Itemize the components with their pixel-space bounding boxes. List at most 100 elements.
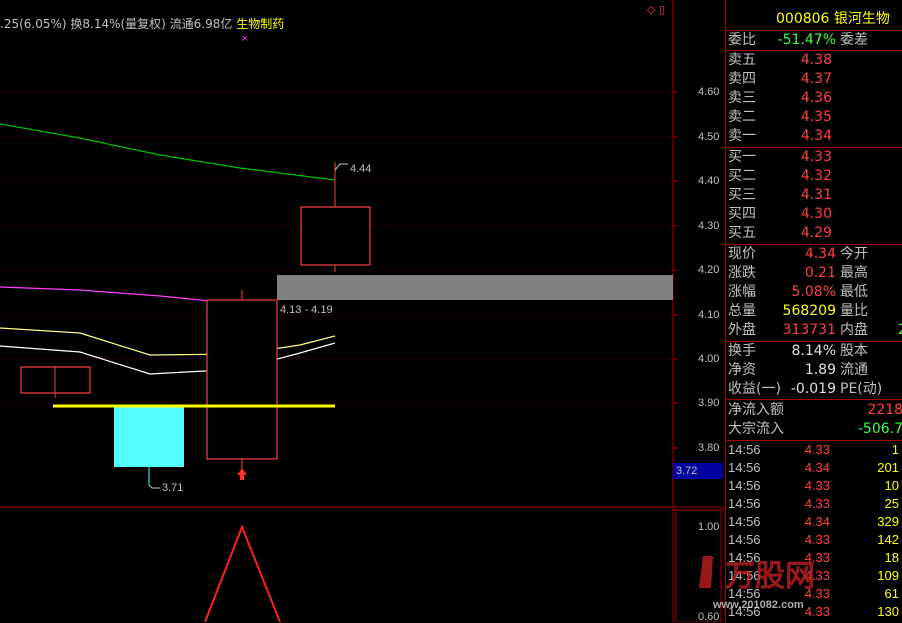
info-prefix: .25(6.05%) 换8.14%(量复权) 流通6.98亿 (0, 17, 237, 31)
flow-label: 净流入额 (728, 402, 784, 418)
quote-panel: 000806 银河生物 委比 -51.47% 委差 卖五 4.38 卖四 4.37 卖三… (699, 0, 902, 622)
tick-row: 14:56 4.33 1 (726, 441, 902, 459)
stock-title: 000806 银河生物 (776, 11, 890, 27)
bid-row: 买三 4.31 (726, 186, 902, 205)
bid-label: 买五 (728, 225, 756, 241)
quote-label: 外盘 (728, 322, 756, 338)
stock-title-row: 000806 银河生物 (726, 8, 902, 30)
price-label-400: 4.00 (698, 353, 720, 365)
ask-row: 卖五 4.38 (726, 51, 902, 70)
price-label-460: 4.60 (698, 86, 720, 98)
tick-row: 14:56 4.33 142 (726, 531, 902, 549)
quote-row: 现价 4.34 今开 (726, 245, 902, 264)
watermark-brand: 万股网 (725, 559, 815, 594)
watermark-logo: 万股网 www.201082.com (699, 556, 815, 611)
ask-row: 卖二 4.35 (726, 108, 902, 127)
kline-chart-area[interactable]: × .25(6.05%) 换8.14%(量复权) 流通6.98亿 生物制药 ◇ … (0, 0, 725, 623)
ask-row: 卖四 4.37 (726, 70, 902, 89)
tick-time: 14:56 (728, 442, 761, 457)
bid-price: 4.29 (800, 225, 832, 241)
finance-label2: 股本 (840, 343, 868, 359)
quote-value: 4.34 (804, 246, 836, 262)
bid-row: 买五 4.29 (726, 224, 902, 243)
ask-price: 4.36 (800, 90, 832, 106)
bid-row: 买四 4.30 (726, 205, 902, 224)
price-band-highlight (277, 275, 673, 300)
bid-row: 买一 4.33 (726, 148, 902, 167)
weibi-label: 委比 (728, 32, 756, 48)
quote-row: 涨跌 0.21 最高 (726, 264, 902, 283)
tick-row: 14:56 4.34 329 (726, 513, 902, 531)
flow-label: 大宗流入 (728, 421, 784, 437)
weicha-label: 委差 (840, 32, 868, 48)
ask-price: 4.35 (800, 109, 832, 125)
ask-label: 卖三 (728, 90, 756, 106)
bid-label: 买四 (728, 206, 756, 222)
ask-label: 卖四 (728, 71, 756, 87)
weibi-value: -51.47% (777, 32, 836, 48)
tick-volume: 329 (877, 514, 899, 529)
candle-3-body (206, 299, 278, 460)
quote-value: 0.21 (804, 265, 836, 281)
tick-volume: 1 (891, 442, 899, 457)
quote-row: 涨幅 5.08% 最低 (726, 283, 902, 302)
finance-value: 1.89 (804, 362, 836, 378)
ask-label: 卖一 (728, 128, 756, 144)
tick-price: 4.34 (804, 514, 830, 529)
quote-label2: 量比 (840, 303, 868, 319)
window-controls[interactable]: ◇ ▯ (647, 3, 665, 16)
stock-info-line: .25(6.05%) 换8.14%(量复权) 流通6.98亿 生物制药 (0, 15, 284, 32)
kline-chart[interactable]: × (0, 0, 725, 622)
quote-label2: 最高 (840, 265, 868, 281)
ask-row: 卖三 4.36 (726, 89, 902, 108)
quote-label: 涨跌 (728, 265, 756, 281)
finance-row: 净资 1.89 流通 (726, 361, 902, 380)
quote-label2: 今开 (840, 246, 868, 262)
price-label-380: 3.80 (698, 442, 720, 454)
tick-row: 14:56 4.33 25 (726, 495, 902, 513)
finance-label: 换手 (728, 343, 756, 359)
finance-label2: 流通 (840, 362, 868, 378)
flow-value: -506.7 (857, 421, 902, 437)
tick-price: 4.33 (804, 496, 830, 511)
ask-price: 4.38 (800, 52, 832, 68)
tick-price: 4.33 (804, 532, 830, 547)
ask-label: 卖五 (728, 52, 756, 68)
quote-label: 涨幅 (728, 284, 756, 300)
tick-time: 14:56 (728, 514, 761, 529)
ask-price: 4.34 (800, 128, 832, 144)
tick-time: 14:56 (728, 478, 761, 493)
tick-volume: 25 (884, 496, 899, 511)
ask-label: 卖二 (728, 109, 756, 125)
tick-row: 14:56 4.34 201 (726, 459, 902, 477)
quote-label2: 内盘 (840, 322, 868, 338)
finance-label2: PE(动) (840, 381, 883, 397)
quote-label: 现价 (728, 246, 756, 262)
low-leader (148, 484, 160, 489)
tick-time: 14:56 (728, 496, 761, 511)
high-leader (334, 163, 348, 171)
ask-row: 卖一 4.34 (726, 127, 902, 146)
signal-marker-icon: × (241, 34, 249, 44)
bid-label: 买三 (728, 187, 756, 203)
price-label-440: 4.40 (698, 175, 720, 187)
high-annotation: 4.44 (350, 163, 372, 175)
candle-4-body (300, 206, 371, 266)
bid-row: 买二 4.32 (726, 167, 902, 186)
tick-volume: 142 (877, 532, 899, 547)
ma-line-yellow (0, 327, 336, 356)
watermark-url: www.201082.com (712, 599, 804, 611)
candle-2-body (114, 407, 184, 467)
price-label-430: 4.30 (698, 220, 720, 232)
tick-row: 14:56 4.33 10 (726, 477, 902, 495)
quote-label: 总量 (728, 303, 756, 319)
quote-value: 568209 (782, 303, 836, 319)
finance-row: 收益(一) -0.019 PE(动) (726, 380, 902, 399)
industry-label: 生物制药 (236, 17, 285, 31)
watermark-arrow-icon (699, 556, 713, 588)
weibi-row: 委比 -51.47% 委差 (726, 31, 902, 50)
quote-value: 5.08% (791, 284, 836, 300)
price-label-450: 4.50 (698, 131, 720, 143)
bid-label: 买一 (728, 149, 756, 165)
price-label-390: 3.90 (698, 397, 720, 409)
